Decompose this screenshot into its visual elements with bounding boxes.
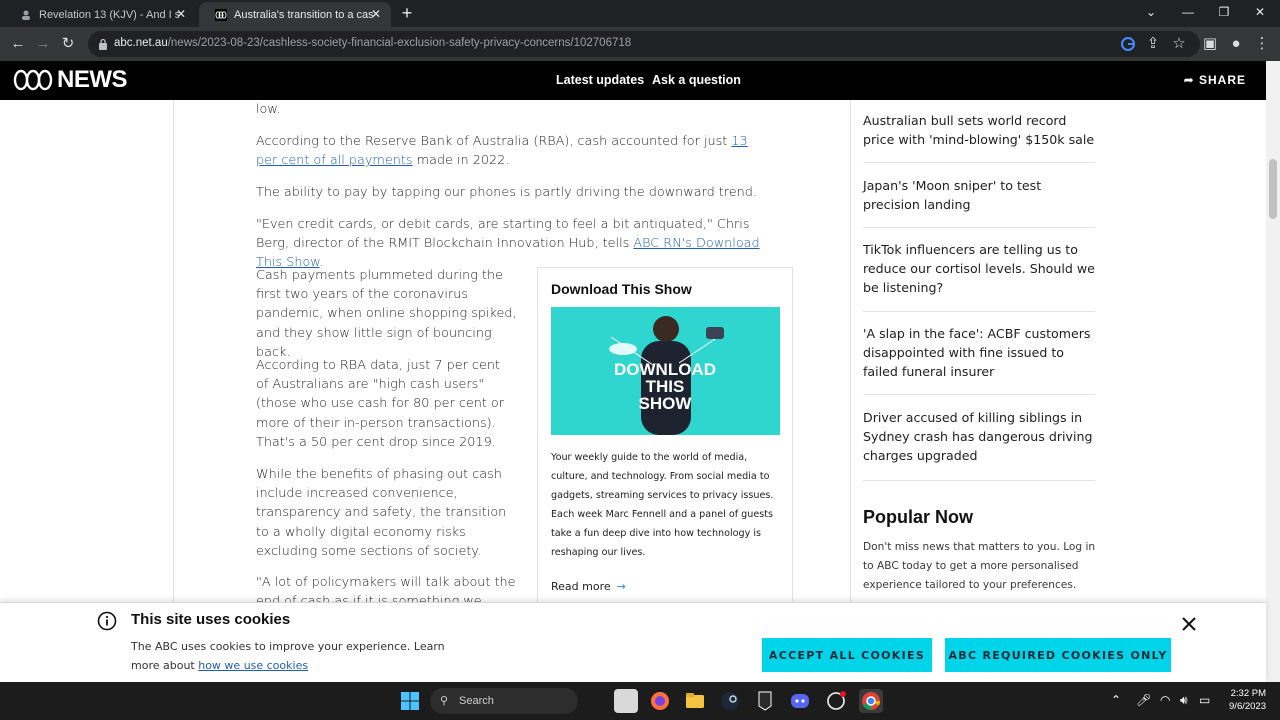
sidebar-story-link[interactable]: Japan's 'Moon sniper' to test precision … <box>863 176 1095 214</box>
read-more-link[interactable]: Read more → <box>551 580 626 593</box>
google-icon[interactable] <box>1118 34 1138 54</box>
article-paragraph: According to the Reserve Bank of Austral… <box>256 134 748 169</box>
abc-favicon-icon <box>215 8 227 21</box>
article-paragraph: "Even credit cards, or debit cards, are … <box>256 217 760 271</box>
accept-all-cookies-button[interactable]: ACCEPT ALL COOKIES <box>762 638 932 672</box>
article-paragraph: While the benefits of phasing out cash i… <box>256 467 507 559</box>
taskbar-search[interactable]: ⚲ Search <box>430 688 578 714</box>
tray-overflow-chevron-icon[interactable]: ⌃ <box>1111 693 1121 707</box>
left-divider <box>173 100 174 602</box>
chrome-icon[interactable] <box>859 689 883 713</box>
new-tab-icon[interactable]: + <box>397 3 417 23</box>
bible-favicon-icon <box>20 9 32 21</box>
article-paragraph: "A lot of policymakers will talk about t… <box>256 575 516 602</box>
cookie-description: The ABC uses cookies to improve your exp… <box>131 640 445 672</box>
sidebar-divider <box>863 394 1095 395</box>
news-wordmark: NEWS <box>57 66 128 93</box>
bookmark-star-icon[interactable]: ☆ <box>1169 34 1189 54</box>
article-paragraph: low. <box>256 102 281 117</box>
promo-image[interactable]: DOWNLOAD THIS SHOW <box>551 307 780 435</box>
menu-kebab-icon[interactable]: ⋮ <box>1252 34 1272 54</box>
abc-lissajous-icon <box>13 69 53 91</box>
search-icon: ⚲ <box>440 695 449 707</box>
microphone-icon[interactable]: 🎤︎ <box>1136 693 1151 707</box>
profile-icon[interactable]: ● <box>1226 34 1246 54</box>
steam-icon[interactable] <box>718 689 742 713</box>
system-clock[interactable]: 2:32 PM 9/6/2023 <box>1222 687 1266 713</box>
back-icon[interactable]: ← <box>8 34 28 54</box>
tab-title: Australia's transition to a cashles <box>234 8 374 21</box>
right-divider <box>850 100 851 602</box>
browser-toolbar: ← → ↻ abc.net.au/news/2023-08-23/cashles… <box>0 27 1280 61</box>
sidebar-divider <box>863 480 1095 481</box>
lock-icon <box>98 37 108 50</box>
side-panel-icon[interactable]: ▣ <box>1200 34 1220 54</box>
sidebar-divider <box>863 162 1095 163</box>
firefox-icon[interactable] <box>648 689 672 713</box>
forward-icon[interactable]: → <box>33 34 53 54</box>
close-icon[interactable] <box>1180 615 1198 633</box>
sidebar-story-link[interactable]: Australian bull sets world record price … <box>863 111 1095 149</box>
reload-icon[interactable]: ↻ <box>58 34 78 54</box>
url-text: abc.net.au/news/2023-08-23/cashless-soci… <box>114 37 632 49</box>
share-arrow-icon: ➦ <box>1183 73 1195 87</box>
nav-latest-updates[interactable]: Latest updates <box>556 73 644 87</box>
epic-games-icon[interactable] <box>753 689 777 713</box>
info-icon <box>97 611 117 631</box>
tab-search-chevron-icon[interactable]: ⌄ <box>1133 0 1169 27</box>
sidebar-story-link[interactable]: TikTok influencers are telling us to red… <box>863 240 1095 298</box>
sidebar-story-link[interactable]: 'A slap in the face': ACBF customers dis… <box>863 324 1095 382</box>
abc-news-header: NEWS Latest updates Ask a question ➦ SHA… <box>0 61 1266 100</box>
discord-icon[interactable] <box>788 689 812 713</box>
cookie-title: This site uses cookies <box>131 611 291 628</box>
article-paragraph: According to RBA data, just 7 per cent o… <box>256 358 505 450</box>
tab-australia-cashless[interactable]: Australia's transition to a cashles ✕ <box>199 2 391 27</box>
article-paragraph: The ability to pay by tapping our phones… <box>256 185 757 200</box>
sidebar-divider <box>863 227 1095 228</box>
close-tab-icon[interactable]: ✕ <box>369 7 383 21</box>
sidebar-story-link[interactable]: Driver accused of killing siblings in Sy… <box>863 408 1095 466</box>
volume-icon[interactable]: 🔊︎ <box>1180 693 1188 708</box>
promo-title: Download This Show <box>551 281 692 297</box>
presenter-illustration: DOWNLOAD THIS SHOW <box>551 307 780 435</box>
sidebar-divider <box>863 311 1095 312</box>
scrollbar-thumb[interactable] <box>1269 159 1277 219</box>
nav-ask-a-question[interactable]: Ask a question <box>652 73 741 87</box>
page-scrollbar[interactable] <box>1266 61 1280 682</box>
tab-title: Revelation 13 (KJV) - And I stood <box>39 8 179 21</box>
cookie-banner: This site uses cookies The ABC uses cook… <box>0 602 1266 682</box>
promo-description: Your weekly guide to the world of media,… <box>551 452 774 558</box>
share-page-icon[interactable]: ⇪ <box>1143 34 1163 54</box>
popular-now-heading: Popular Now <box>863 507 974 527</box>
abc-news-logo[interactable]: NEWS <box>13 66 128 93</box>
browser-tab-strip: Revelation 13 (KJV) - And I stood ✕ Aust… <box>0 0 1280 27</box>
popular-now-description: Don't miss news that matters to you. Log… <box>863 541 1096 591</box>
chatgpt-icon[interactable] <box>824 689 848 713</box>
windows-start-icon[interactable] <box>398 689 422 713</box>
minimize-icon[interactable]: — <box>1170 0 1206 27</box>
task-view-icon[interactable] <box>614 689 638 713</box>
arrow-right-icon: → <box>616 580 626 593</box>
battery-icon[interactable]: ▭ <box>1199 693 1210 707</box>
file-explorer-icon[interactable] <box>683 689 707 713</box>
required-cookies-only-button[interactable]: ABC REQUIRED COOKIES ONLY <box>945 638 1171 672</box>
maximize-icon[interactable]: ❐ <box>1206 0 1242 27</box>
close-tab-icon[interactable]: ✕ <box>174 7 188 21</box>
promo-image-word: SHOW <box>639 394 693 413</box>
how-we-use-cookies-link[interactable]: how we use cookies <box>198 659 308 672</box>
article-page: low. According to the Reserve Bank of Au… <box>0 100 1266 602</box>
share-button[interactable]: ➦ SHARE <box>1184 73 1246 87</box>
wifi-icon[interactable]: ◠ <box>1160 693 1170 707</box>
article-paragraph: Cash payments plummeted during the first… <box>256 268 517 360</box>
download-this-show-promo: Download This Show DOWNLOAD THIS SHOW Yo… <box>537 267 793 602</box>
windows-taskbar: ⚲ Search ⌃ 🎤︎ ◠ 🔊︎ ▭ 2:32 PM 9/6/2023 <box>0 682 1280 720</box>
address-bar[interactable]: abc.net.au/news/2023-08-23/cashless-soci… <box>88 31 1200 57</box>
close-window-icon[interactable]: ✕ <box>1242 0 1278 27</box>
tab-revelation[interactable]: Revelation 13 (KJV) - And I stood ✕ <box>4 2 196 27</box>
